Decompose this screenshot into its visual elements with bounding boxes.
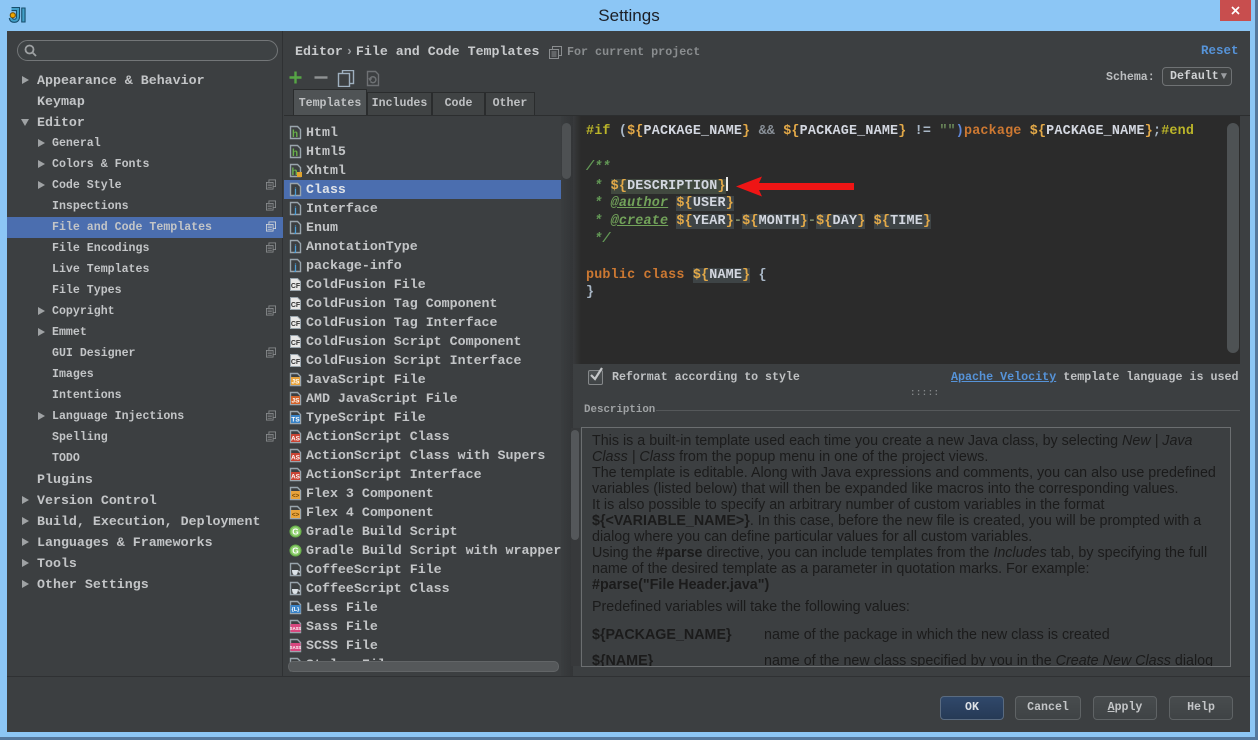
svg-text:AS: AS [291,454,301,461]
svg-text:CF: CF [291,359,301,366]
svg-text:h: h [292,129,298,140]
svg-text:CF: CF [291,340,301,347]
svg-text:CF: CF [291,283,301,290]
svg-text:j: j [293,262,297,272]
svg-text:h: h [291,167,297,178]
svg-text:JS: JS [292,378,301,385]
svg-text:SASS: SASS [290,626,302,631]
svg-text:j: j [293,205,297,215]
svg-text:G: G [292,526,299,536]
svg-text:h: h [292,148,298,159]
svg-text:j: j [293,224,297,234]
svg-text:G: G [292,545,299,555]
svg-text:CF: CF [291,321,301,328]
svg-text:j: j [293,243,297,253]
svg-text:<>: <> [292,511,300,518]
svg-text:SASS: SASS [290,645,302,650]
svg-text:CF: CF [291,302,301,309]
svg-text:TS: TS [291,416,300,423]
svg-text:j: j [293,186,297,196]
svg-text:AS: AS [291,435,301,442]
svg-text:{L}: {L} [292,607,301,613]
svg-text:<>: <> [292,492,300,499]
svg-text:JS: JS [292,397,301,404]
svg-text:AS: AS [291,473,301,480]
